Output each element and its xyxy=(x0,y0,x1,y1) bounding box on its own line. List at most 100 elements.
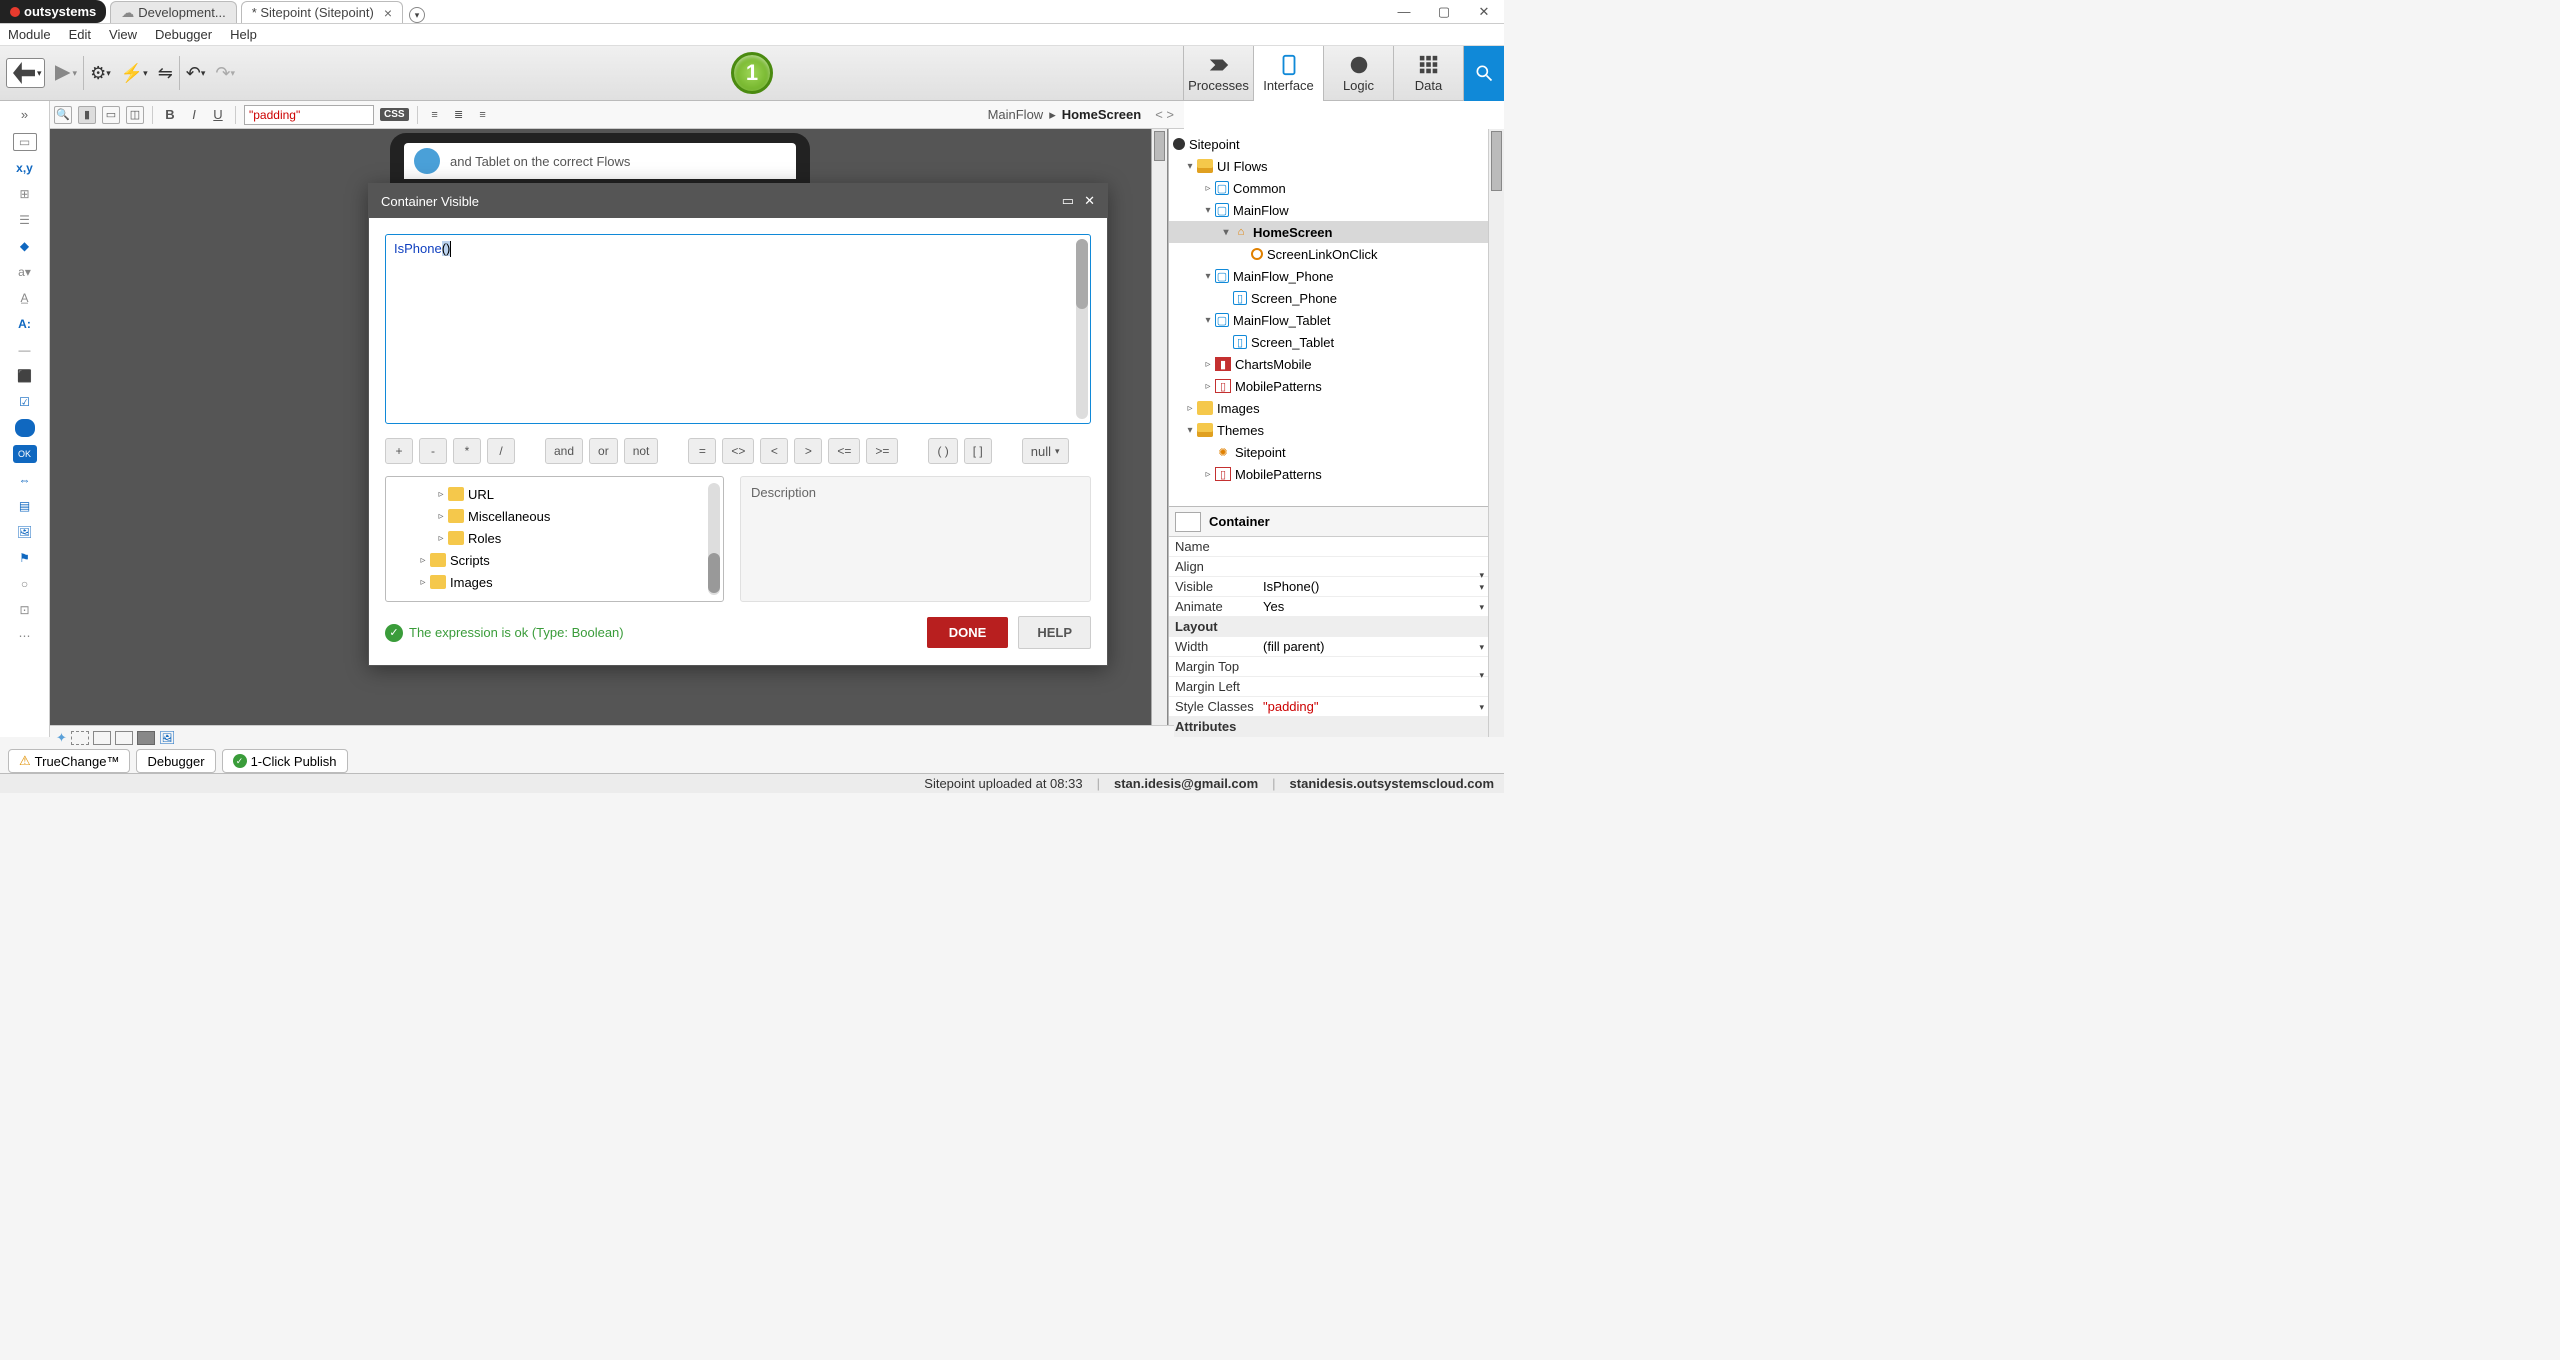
breadcrumb-flow[interactable]: MainFlow xyxy=(988,107,1044,122)
tree-item-mainflow-phone[interactable]: ▾▢MainFlow_Phone xyxy=(1169,265,1488,287)
function-tree[interactable]: ▹URL▹Miscellaneous▹Roles▹Scripts▹Images xyxy=(385,476,724,602)
widget-switch[interactable]: ⬛ xyxy=(13,367,37,385)
code-view-button[interactable]: < > xyxy=(1155,107,1174,122)
prop-name[interactable]: Name xyxy=(1169,537,1488,557)
tree-item-mobilepatterns[interactable]: ▹▯MobilePatterns xyxy=(1169,375,1488,397)
layout-box-1[interactable] xyxy=(71,731,89,745)
device-split-button[interactable]: ◫ xyxy=(126,106,144,124)
op-or[interactable]: or xyxy=(589,438,618,464)
widget-rail-toggle[interactable]: » xyxy=(0,101,50,129)
op-minus[interactable]: - xyxy=(419,438,447,464)
widget-image[interactable]: 🖼 xyxy=(13,523,37,541)
device-tablet-button[interactable]: ▭ xyxy=(102,106,120,124)
tree-root[interactable]: Sitepoint xyxy=(1169,133,1488,155)
dialog-close-button[interactable]: ✕ xyxy=(1084,193,1095,209)
tab-truechange[interactable]: ⚠TrueChange™ xyxy=(8,749,130,773)
op-neq[interactable]: <> xyxy=(722,438,754,464)
tree-item-screenlinkonclick[interactable]: ScreenLinkOnClick xyxy=(1169,243,1488,265)
widget-circle[interactable]: ○ xyxy=(13,575,37,593)
close-icon[interactable]: × xyxy=(384,6,392,20)
tree-item-images[interactable]: ▹Images xyxy=(1169,397,1488,419)
op-lte[interactable]: <= xyxy=(828,438,860,464)
tree-item-sitepoint[interactable]: ✺Sitepoint xyxy=(1169,441,1488,463)
right-scrollbar[interactable] xyxy=(1488,129,1504,737)
canvas-scrollbar[interactable] xyxy=(1151,129,1167,737)
widget-more[interactable]: ⋯ xyxy=(13,627,37,645)
align-right-button[interactable]: ≡ xyxy=(474,106,492,124)
minimize-button[interactable]: — xyxy=(1384,0,1424,23)
style-class-input[interactable] xyxy=(244,105,374,125)
close-button[interactable]: ✕ xyxy=(1464,0,1504,23)
tree-item-ui-flows[interactable]: ▾UI Flows xyxy=(1169,155,1488,177)
align-left-button[interactable]: ≡ xyxy=(426,106,444,124)
functree-scrollbar[interactable] xyxy=(708,553,720,593)
tab-interface[interactable]: Interface xyxy=(1254,46,1324,101)
tree-item-homescreen[interactable]: ▾⌂HomeScreen xyxy=(1169,221,1488,243)
op-lt[interactable]: < xyxy=(760,438,788,464)
widget-xy[interactable]: x,y xyxy=(13,159,37,177)
image-icon[interactable]: 🖼 xyxy=(159,730,176,746)
done-button[interactable]: DONE xyxy=(927,617,1009,648)
widget-if[interactable]: ◆ xyxy=(13,237,37,255)
widget-badge[interactable] xyxy=(15,419,35,437)
menu-module[interactable]: Module xyxy=(8,27,51,42)
device-phone-button[interactable]: ▮ xyxy=(78,106,96,124)
prop-visible[interactable]: VisibleIsPhone()▾ xyxy=(1169,577,1488,597)
op-brackets[interactable]: [ ] xyxy=(964,438,992,464)
align-center-button[interactable]: ≣ xyxy=(450,106,468,124)
layout-box-3[interactable] xyxy=(115,731,133,745)
tree-item-screen-tablet[interactable]: ▯Screen_Tablet xyxy=(1169,331,1488,353)
op-eq[interactable]: = xyxy=(688,438,716,464)
op-and[interactable]: and xyxy=(545,438,583,464)
widget-table[interactable]: ⊞ xyxy=(13,185,37,203)
underline-button[interactable]: U xyxy=(209,106,227,124)
search-button[interactable] xyxy=(1464,46,1504,101)
widget-rows[interactable]: ⊡ xyxy=(13,601,37,619)
tree-item-mainflow-tablet[interactable]: ▾▢MainFlow_Tablet xyxy=(1169,309,1488,331)
plug-button[interactable]: ⚡▾ xyxy=(121,63,148,84)
op-gt[interactable]: > xyxy=(794,438,822,464)
tree-item-chartsmobile[interactable]: ▹▮ChartsMobile xyxy=(1169,353,1488,375)
func-miscellaneous[interactable]: ▹Miscellaneous xyxy=(390,505,719,527)
widget-heading[interactable]: A: xyxy=(13,315,37,333)
nav-forward-button[interactable]: ▾ xyxy=(55,65,78,81)
menu-help[interactable]: Help xyxy=(230,27,257,42)
redo-button[interactable]: ↷▾ xyxy=(215,63,235,84)
layout-box-2[interactable] xyxy=(93,731,111,745)
widget-text[interactable]: a▾ xyxy=(13,263,37,281)
prop-style-classes[interactable]: Style Classes"padding"▾ xyxy=(1169,697,1488,717)
css-button[interactable]: CSS xyxy=(380,108,409,121)
dialog-titlebar[interactable]: Container Visible ▭✕ xyxy=(369,184,1107,218)
widget-tree-button[interactable]: 🔍 xyxy=(54,106,72,124)
prop-animate[interactable]: AnimateYes▾ xyxy=(1169,597,1488,617)
tabs-dropdown[interactable]: ▾ xyxy=(409,7,425,23)
expr-scrollbar[interactable] xyxy=(1076,239,1088,419)
prop-align[interactable]: Align▾ xyxy=(1169,557,1488,577)
bold-button[interactable]: B xyxy=(161,106,179,124)
tree-item-screen-phone[interactable]: ▯Screen_Phone xyxy=(1169,287,1488,309)
op-null[interactable]: null ▾ xyxy=(1022,438,1069,464)
tab-logic[interactable]: Logic xyxy=(1324,46,1394,101)
tab-processes[interactable]: Processes xyxy=(1184,46,1254,101)
dialog-maximize-button[interactable]: ▭ xyxy=(1062,193,1074,209)
menu-edit[interactable]: Edit xyxy=(69,27,91,42)
settings-button[interactable]: ⚙▾ xyxy=(90,63,111,84)
op-parens[interactable]: ( ) xyxy=(928,438,957,464)
app-tab-development[interactable]: ☁Development... xyxy=(110,1,236,23)
menu-debugger[interactable]: Debugger xyxy=(155,27,212,42)
op-gte[interactable]: >= xyxy=(866,438,898,464)
widget-flag[interactable]: ⚑ xyxy=(13,549,37,567)
widget-container[interactable]: ▭ xyxy=(13,133,37,151)
prop-margin-left[interactable]: Margin Left xyxy=(1169,677,1488,697)
tree-item-common[interactable]: ▹▢Common xyxy=(1169,177,1488,199)
func-images[interactable]: ▹Images xyxy=(390,571,719,593)
op-not[interactable]: not xyxy=(624,438,659,464)
widget-label[interactable]: A̲ xyxy=(13,289,37,307)
widget-form[interactable]: ▤ xyxy=(13,497,37,515)
func-url[interactable]: ▹URL xyxy=(390,483,719,505)
prop-margin-top[interactable]: Margin Top▾ xyxy=(1169,657,1488,677)
layout-box-4[interactable] xyxy=(137,731,155,745)
undo-button[interactable]: ↶▾ xyxy=(186,63,206,84)
func-scripts[interactable]: ▹Scripts xyxy=(390,549,719,571)
prop-width[interactable]: Width(fill parent)▾ xyxy=(1169,637,1488,657)
